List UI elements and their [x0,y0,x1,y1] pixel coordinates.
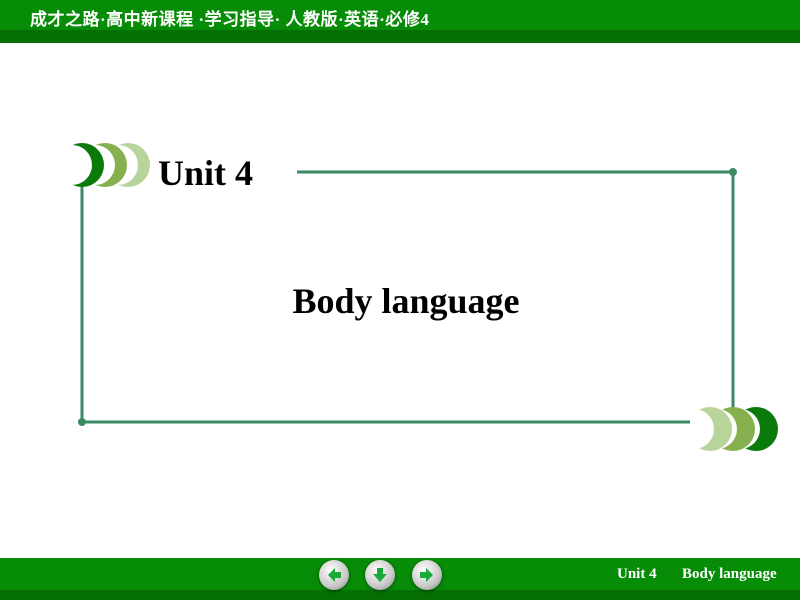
frame-dot [78,418,86,426]
arrow-left-icon [328,568,341,582]
frame-dot [729,168,737,176]
home-button[interactable] [365,560,395,590]
arrow-right-icon [420,568,433,582]
footer-bar [0,558,800,590]
footer-bar-shadow [0,590,800,600]
footer-topic: Body language [682,566,777,582]
next-button[interactable] [412,560,442,590]
unit-heading: Unit 4 [158,153,254,193]
arrow-down-icon [373,568,387,582]
previous-button[interactable] [319,560,349,590]
slide-title: Body language [292,281,520,321]
footer-unit: Unit 4 [617,566,657,582]
crescent-decoration-right [688,407,778,451]
crescent-decoration-left [60,143,150,187]
